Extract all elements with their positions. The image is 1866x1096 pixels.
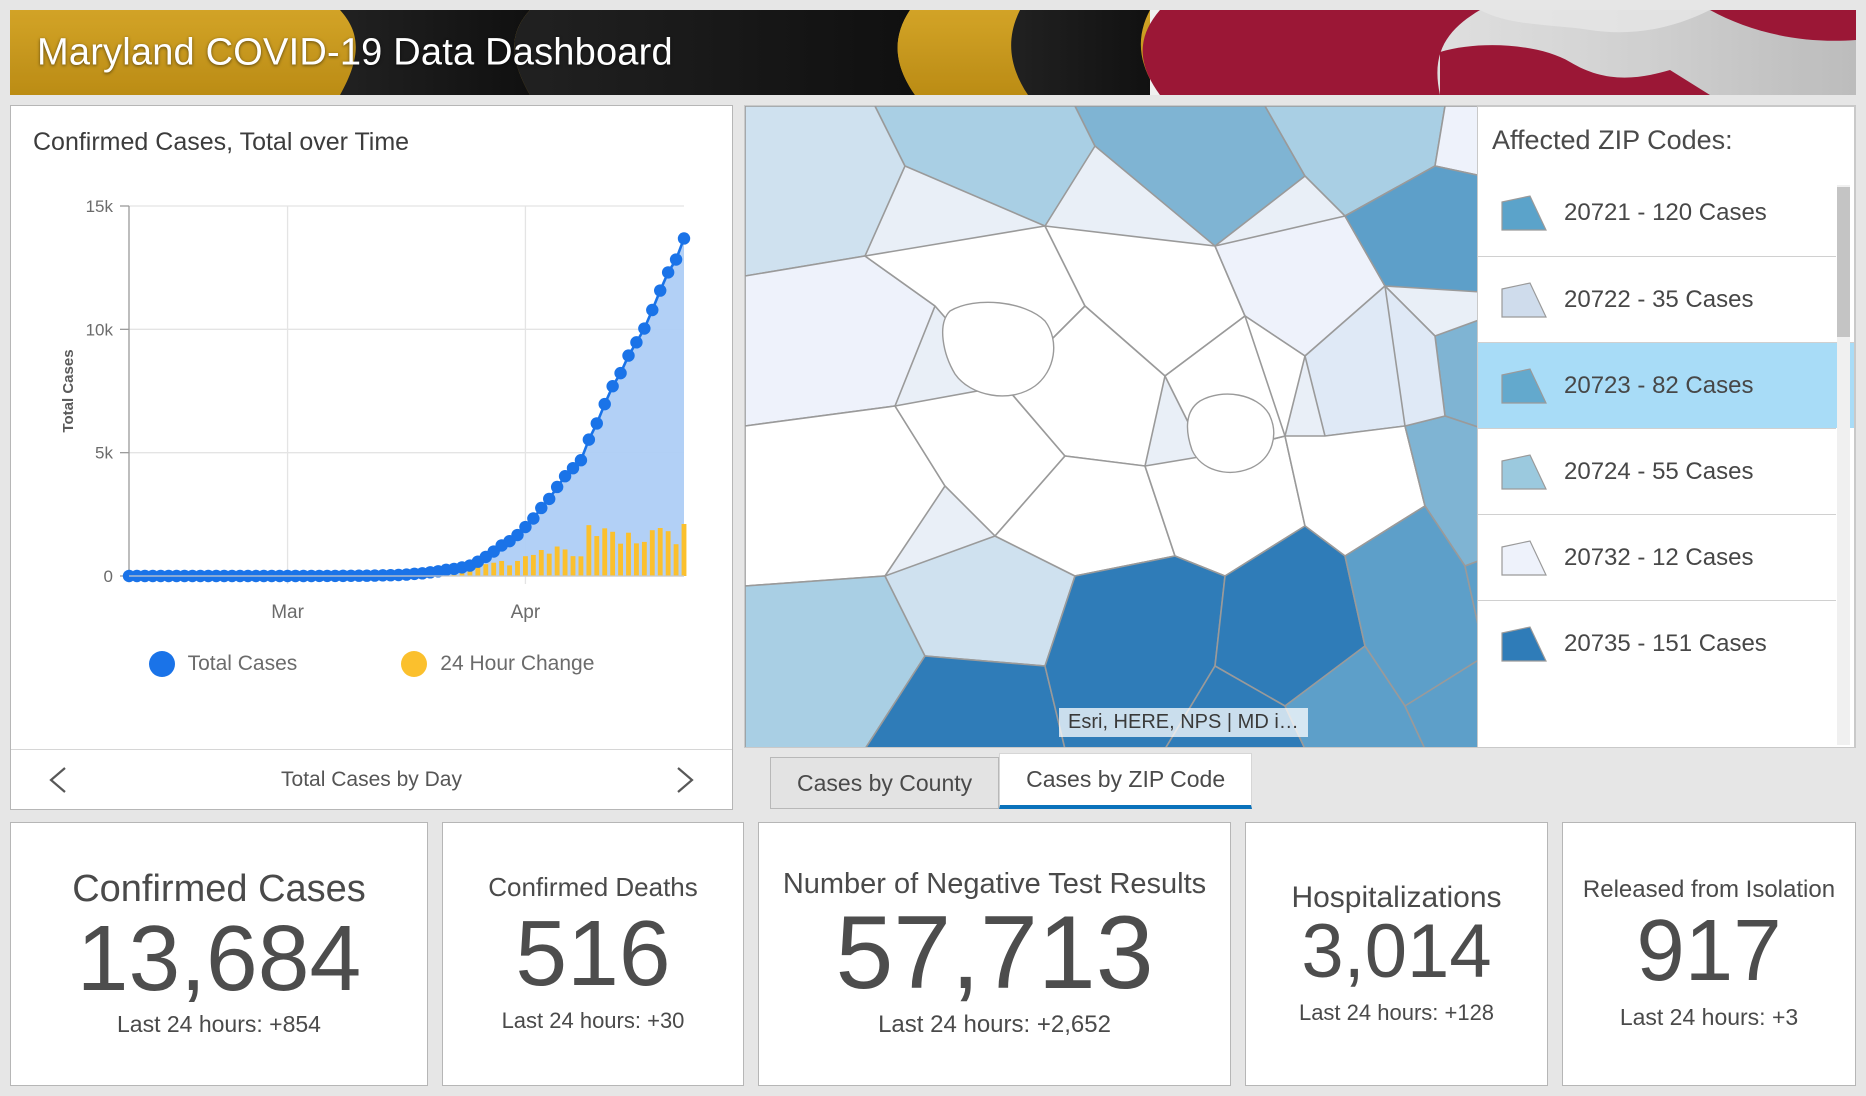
zip-color-swatch xyxy=(1500,539,1548,577)
map-tabs: Cases by County Cases by ZIP Code xyxy=(770,753,1253,809)
zip-list-item-label: 20721 - 120 Cases xyxy=(1564,199,1767,226)
chart-legend: Total Cases 24 Hour Change xyxy=(11,651,732,677)
zip-code-list: 20721 - 120 Cases 20722 - 35 Cases 20723 -… xyxy=(1478,170,1854,686)
card-value: 917 xyxy=(1636,901,1782,999)
legend-item-24-hour-change[interactable]: 24 Hour Change xyxy=(401,651,594,677)
zip-list-item[interactable]: 20724 - 55 Cases xyxy=(1478,428,1836,514)
chart-footer-label: Total Cases by Day xyxy=(281,767,462,791)
dashboard-root: Maryland COVID-19 Data Dashboard Confirm… xyxy=(0,0,1866,1096)
zip-color-swatch xyxy=(1500,367,1548,405)
card-value: 13,684 xyxy=(76,905,362,1010)
svg-text:Total Cases: Total Cases xyxy=(60,349,77,432)
zip-list-item-label: 20723 - 82 Cases xyxy=(1564,371,1754,399)
card-subtext: Last 24 hours: +3 xyxy=(1619,1003,1799,1030)
card-subtext: Last 24 hours: +854 xyxy=(117,1010,321,1037)
zip-panel-title: Affected ZIP Codes: xyxy=(1492,125,1733,155)
tab-cases-by-zip-code[interactable]: Cases by ZIP Code xyxy=(999,753,1253,809)
zip-color-swatch xyxy=(1500,194,1548,232)
zip-list-scrollbar-thumb[interactable] xyxy=(1837,187,1850,337)
legend-label-24-hour-change: 24 Hour Change xyxy=(440,652,595,675)
affected-zip-codes-panel: Affected ZIP Codes: 20721 - 120 Cases 207… xyxy=(1477,106,1855,747)
chart-footer: Total Cases by Day xyxy=(11,749,732,809)
triangle-right-icon[interactable] xyxy=(670,763,700,797)
card-value: 57,713 xyxy=(835,895,1154,1012)
svg-text:Apr: Apr xyxy=(511,602,541,623)
zip-list-item[interactable]: 20722 - 35 Cases xyxy=(1478,256,1836,342)
card-confirmed-deaths[interactable]: Confirmed Deaths 516 Last 24 hours: +30 xyxy=(442,822,744,1086)
zip-list-item[interactable]: 20723 - 82 Cases xyxy=(1478,342,1854,428)
map-attribution[interactable]: Esri, HERE, NPS | MD i… xyxy=(1059,708,1308,737)
zip-list-item-label: 20722 - 35 Cases xyxy=(1564,285,1754,313)
zip-list-item[interactable]: 20721 - 120 Cases xyxy=(1478,170,1836,256)
timeseries-chart: 0 5k 10k 15k Total Cases Mar Apr xyxy=(60,197,691,623)
dashboard-header: Maryland COVID-19 Data Dashboard xyxy=(10,10,1856,95)
card-subtext: Last 24 hours: +30 xyxy=(501,1008,685,1034)
card-title: Released from Isolation xyxy=(1582,876,1836,904)
svg-text:Mar: Mar xyxy=(271,602,304,623)
zip-list-item[interactable]: 20732 - 12 Cases xyxy=(1478,514,1836,600)
zip-list-item-label: 20732 - 12 Cases xyxy=(1564,543,1754,571)
choropleth-map[interactable]: + − Esri, HERE, NPS | MD i… Affected ZIP… xyxy=(744,105,1856,748)
zip-color-swatch xyxy=(1500,625,1548,663)
chart-panel: Confirmed Cases, Total over Time 0 5k 10k 1… xyxy=(10,105,733,810)
svg-text:5k: 5k xyxy=(95,444,113,463)
zip-color-swatch xyxy=(1500,453,1548,491)
zip-list-item-label: 20735 - 151 Cases xyxy=(1564,629,1767,657)
legend-label-total-cases: Total Cases xyxy=(187,652,298,675)
summary-cards: Confirmed Cases 13,684 Last 24 hours: +8… xyxy=(10,822,1856,1086)
card-hospitalizations[interactable]: Hospitalizations 3,014 Last 24 hours: +1… xyxy=(1245,822,1548,1086)
chart-plot-area: 0 5k 10k 15k Total Cases Mar Apr xyxy=(11,176,734,656)
card-negative-test-results[interactable]: Number of Negative Test Results 57,713 L… xyxy=(758,822,1231,1086)
zip-color-swatch xyxy=(1500,281,1548,319)
legend-dot-total-cases xyxy=(148,651,175,677)
svg-text:0: 0 xyxy=(104,567,113,586)
zip-list-item-label: 20724 - 55 Cases xyxy=(1564,457,1754,485)
card-confirmed-cases[interactable]: Confirmed Cases 13,684 Last 24 hours: +8… xyxy=(10,822,428,1086)
card-subtext: Last 24 hours: +128 xyxy=(1298,999,1495,1025)
tab-cases-by-county[interactable]: Cases by County xyxy=(770,757,1000,809)
svg-text:10k: 10k xyxy=(86,320,114,339)
zip-list-item[interactable]: 20735 - 151 Cases xyxy=(1478,600,1836,686)
map-panel: + − Esri, HERE, NPS | MD i… Affected ZIP… xyxy=(744,105,1856,810)
legend-item-total-cases[interactable]: Total Cases xyxy=(148,651,298,677)
svg-text:15k: 15k xyxy=(86,197,114,216)
triangle-left-icon[interactable] xyxy=(43,763,73,797)
card-title: Confirmed Cases xyxy=(72,868,366,911)
chart-title: Confirmed Cases, Total over Time xyxy=(33,128,410,156)
card-released-from-isolation[interactable]: Released from Isolation 917 Last 24 hour… xyxy=(1562,822,1856,1086)
card-subtext: Last 24 hours: +2,652 xyxy=(878,1011,1111,1039)
page-title: Maryland COVID-19 Data Dashboard xyxy=(37,31,673,73)
card-title: Confirmed Deaths xyxy=(488,871,698,902)
legend-dot-24-hour-change xyxy=(401,651,428,677)
card-value: 516 xyxy=(515,901,671,1006)
card-value: 3,014 xyxy=(1301,908,1492,994)
